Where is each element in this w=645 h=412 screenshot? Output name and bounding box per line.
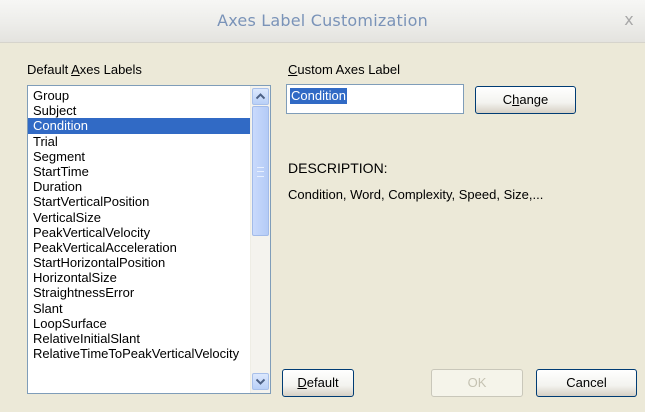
window-title: Axes Label Customization: [217, 11, 428, 30]
list-item[interactable]: Condition: [28, 118, 250, 134]
custom-heading-suffix: ustom Axes Label: [297, 62, 401, 77]
custom-axes-label-input[interactable]: Condition: [286, 84, 464, 114]
ok-label: OK: [467, 375, 487, 390]
scroll-down-button[interactable]: [252, 373, 269, 390]
change-label-suffix: ange: [519, 92, 549, 107]
list-item[interactable]: RelativeInitialSlant: [28, 331, 250, 346]
scroll-thumb[interactable]: [252, 106, 269, 236]
default-button[interactable]: Default: [282, 369, 354, 397]
list-item[interactable]: Group: [28, 88, 250, 103]
list-item[interactable]: StartTime: [28, 164, 250, 179]
list-item[interactable]: Duration: [28, 179, 250, 194]
close-icon[interactable]: x: [621, 12, 637, 28]
axes-label-dialog: Axes Label Customization x Default Axes …: [0, 0, 645, 412]
list-item[interactable]: StartHorizontalPosition: [28, 255, 250, 270]
chevron-up-icon: [256, 93, 265, 100]
list-item[interactable]: Trial: [28, 134, 250, 149]
list-item[interactable]: Subject: [28, 103, 250, 118]
list-item[interactable]: HorizontalSize: [28, 270, 250, 285]
list-scrollbar[interactable]: [250, 86, 270, 393]
custom-label-value: Condition: [290, 88, 347, 104]
custom-axes-label-heading: Custom Axes Label: [288, 62, 400, 77]
default-heading-prefix: Default: [27, 62, 72, 77]
list-item[interactable]: StraightnessError: [28, 285, 250, 300]
description-heading: DESCRIPTION:: [288, 160, 388, 176]
list-items: Group Subject Condition Trial Segment StartTi…: [28, 88, 250, 361]
change-label-prefix: C: [502, 92, 513, 107]
default-axes-labels-list[interactable]: Group Subject Condition Trial Segment StartTi…: [27, 85, 271, 394]
default-axes-labels-heading: Default Axes Labels: [27, 62, 142, 77]
default-heading-suffix: xes Labels: [79, 62, 142, 77]
grip-icon: [257, 167, 264, 177]
default-label-mnemonic: D: [297, 375, 307, 390]
change-button[interactable]: Change: [475, 86, 576, 114]
list-item[interactable]: RelativeTimeToPeakVerticalVelocity: [28, 346, 250, 361]
scroll-up-button[interactable]: [252, 88, 269, 105]
title-bar[interactable]: Axes Label Customization x: [0, 0, 645, 43]
default-heading-mnemonic: A: [71, 62, 80, 77]
list-item[interactable]: PeakVerticalVelocity: [28, 225, 250, 240]
list-item[interactable]: Slant: [28, 301, 250, 316]
description-text: Condition, Word, Complexity, Speed, Size…: [288, 187, 544, 202]
ok-button[interactable]: OK: [431, 369, 523, 397]
cancel-button[interactable]: Cancel: [536, 369, 637, 397]
list-item[interactable]: Segment: [28, 149, 250, 164]
chevron-down-icon: [256, 378, 265, 385]
list-item[interactable]: PeakVerticalAcceleration: [28, 240, 250, 255]
list-item[interactable]: StartVerticalPosition: [28, 194, 250, 209]
cancel-label: Cancel: [566, 375, 607, 390]
list-item[interactable]: VerticalSize: [28, 210, 250, 225]
default-label-suffix: efault: [306, 375, 339, 390]
custom-heading-mnemonic: C: [288, 62, 298, 77]
list-item[interactable]: LoopSurface: [28, 316, 250, 331]
